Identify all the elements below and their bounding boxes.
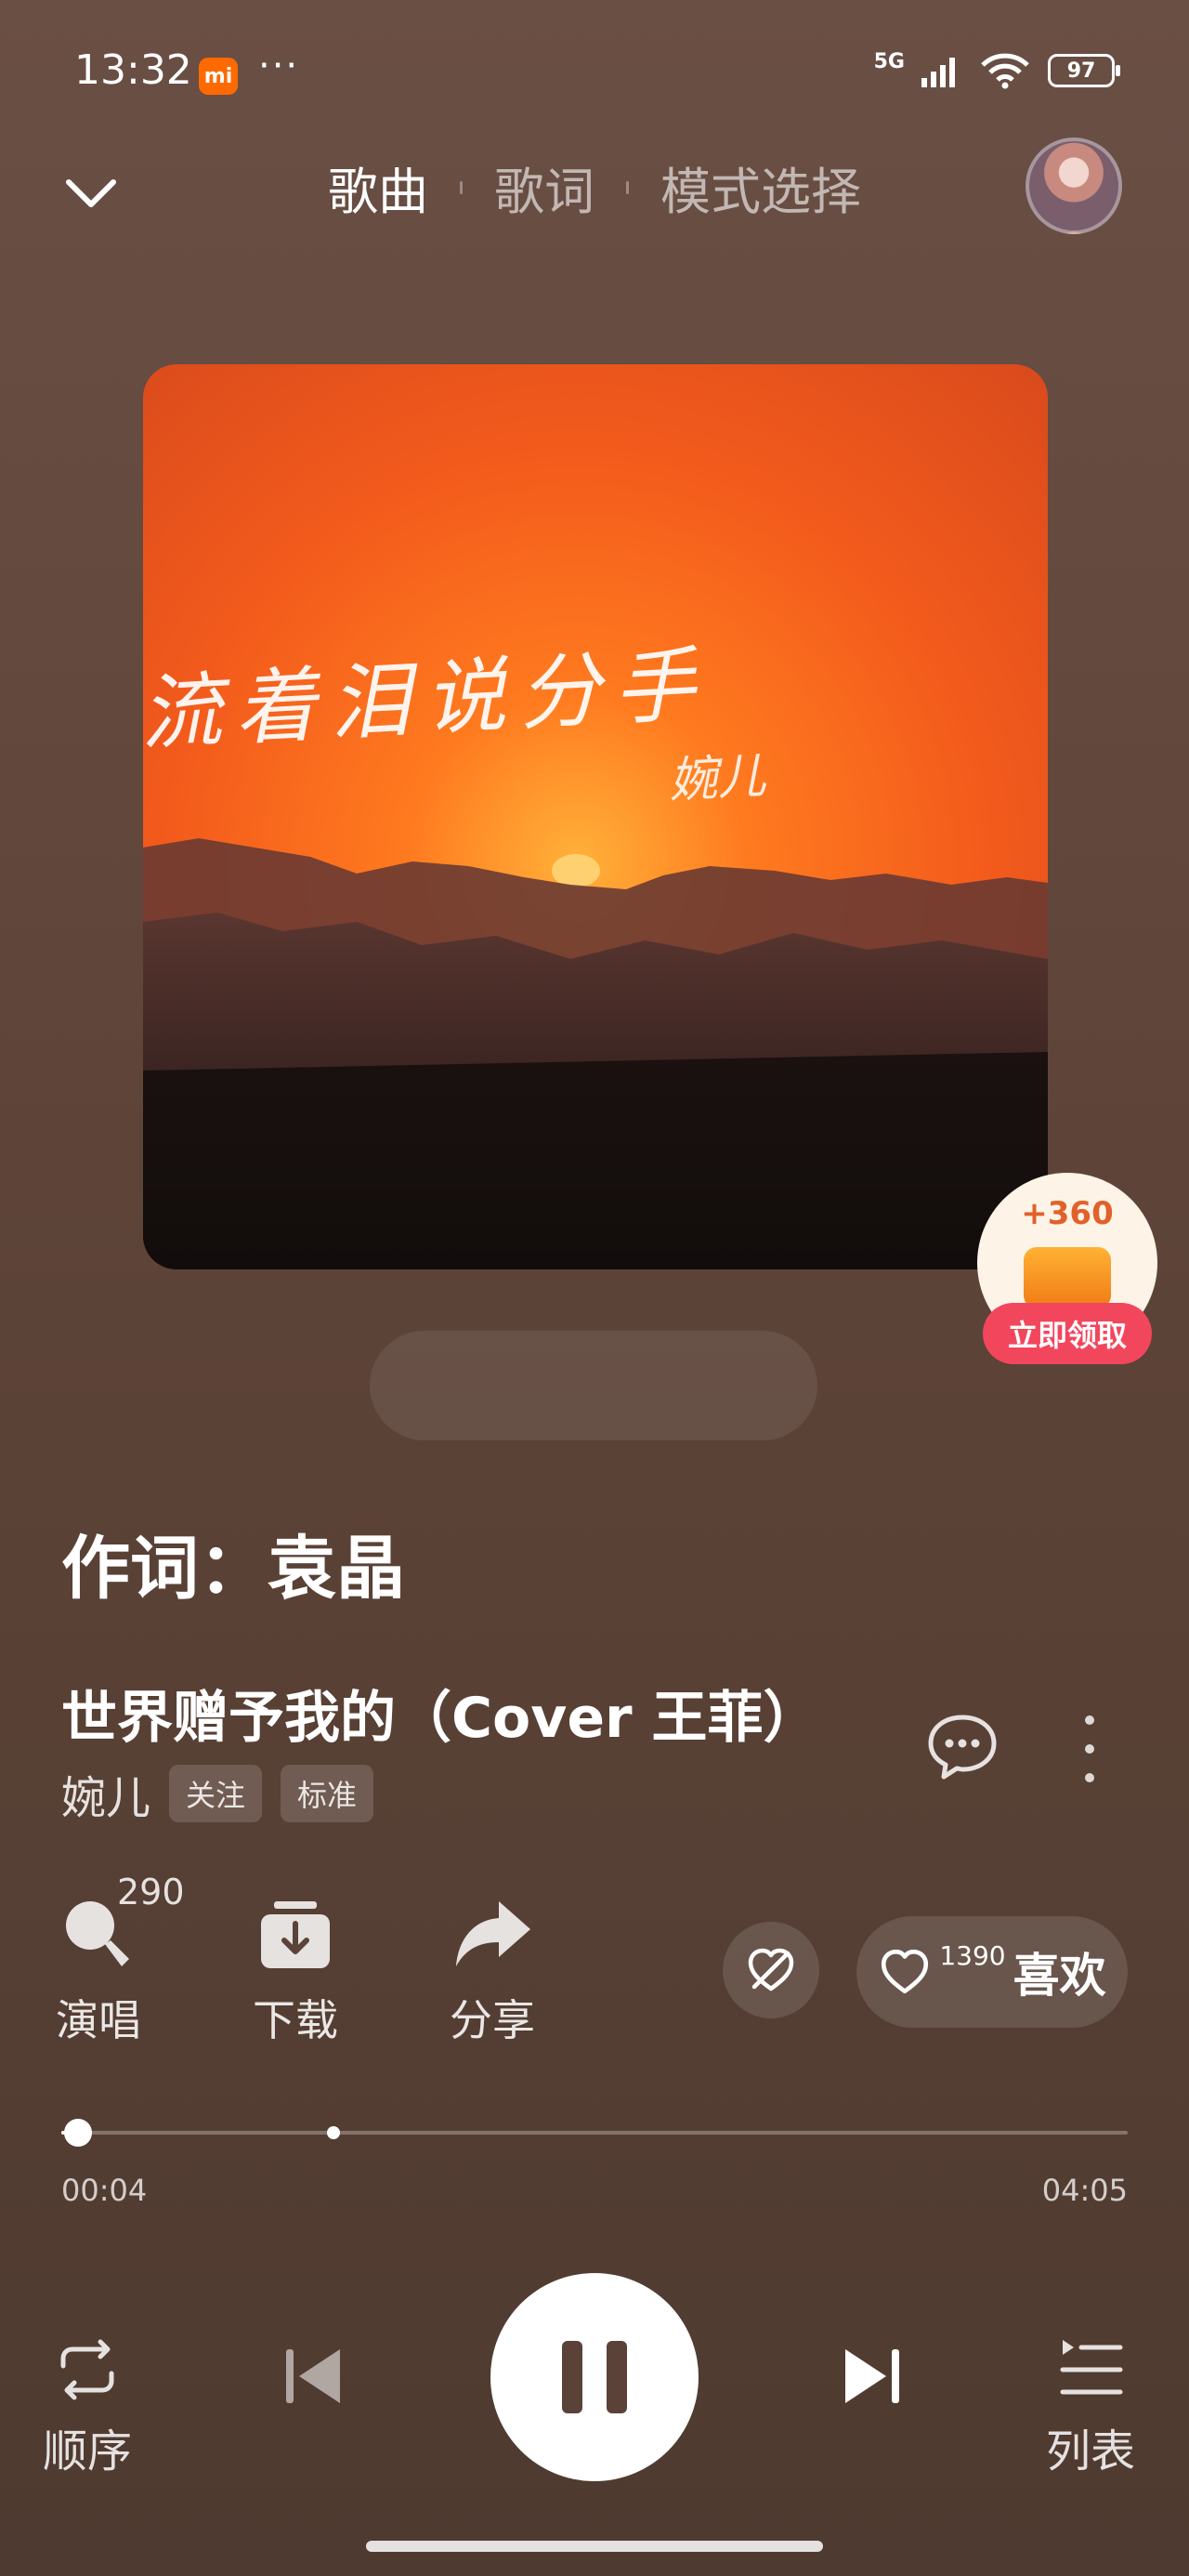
album-cover[interactable] xyxy=(143,364,1048,1269)
song-title: 世界赠予我的（Cover 王菲） xyxy=(61,1686,819,1751)
signal-icon xyxy=(921,58,955,87)
tab-lyrics[interactable]: 歌词 xyxy=(494,151,594,224)
pause-icon-bar xyxy=(607,2341,627,2413)
battery-level: 97 xyxy=(1066,59,1096,83)
sunset-artwork xyxy=(143,364,1048,1269)
like-button[interactable]: 1390 喜欢 xyxy=(856,1916,1128,2028)
wifi-icon xyxy=(981,53,1029,89)
faded-pill-button[interactable] xyxy=(370,1331,817,1440)
comment-icon[interactable] xyxy=(925,1710,1000,1784)
sing-label: 演唱 xyxy=(56,1995,141,2045)
network-type: 5G xyxy=(873,49,905,73)
sing-count: 290 xyxy=(117,1872,185,1912)
follow-tag[interactable]: 关注 xyxy=(169,1765,263,1822)
play-mode-label: 顺序 xyxy=(43,2425,133,2477)
status-more-icon: ··· xyxy=(258,45,300,87)
like-count: 1390 xyxy=(939,1939,1006,1971)
pause-button[interactable] xyxy=(490,2273,699,2481)
dislike-button[interactable] xyxy=(723,1922,819,2018)
promo-claim-button[interactable]: 立即领取 xyxy=(983,1303,1152,1364)
play-mode-button[interactable]: 顺序 xyxy=(43,2333,132,2479)
user-avatar[interactable] xyxy=(1026,138,1122,234)
status-indicators: 5G 97 xyxy=(873,49,1120,89)
artist-row: 婉儿 关注 标准 xyxy=(61,1761,374,1826)
like-label: 喜欢 xyxy=(1013,1949,1106,2003)
cover-artist-text: 婉儿 xyxy=(667,748,767,809)
share-button[interactable]: 分享 xyxy=(427,1892,557,2048)
next-track-icon[interactable] xyxy=(838,2344,907,2409)
previous-track-icon[interactable] xyxy=(279,2344,347,2409)
download-icon xyxy=(261,1901,330,1968)
sing-button[interactable]: 演唱 xyxy=(33,1892,163,2048)
artist-name[interactable]: 婉儿 xyxy=(61,1761,150,1826)
battery-icon: 97 xyxy=(1048,54,1120,87)
download-label: 下载 xyxy=(253,1995,338,2045)
playlist-button[interactable]: 列表 xyxy=(1046,2333,1135,2479)
current-time: 00:04 xyxy=(61,2173,148,2208)
pause-icon xyxy=(562,2341,582,2413)
quality-tag[interactable]: 标准 xyxy=(281,1765,374,1822)
total-time: 04:05 xyxy=(1041,2173,1128,2208)
progress-track[interactable] xyxy=(61,2131,1128,2135)
heart-icon xyxy=(882,1949,929,1994)
promo-points: +360 xyxy=(1021,1195,1114,1232)
repeat-icon xyxy=(60,2339,114,2400)
tab-song[interactable]: 歌曲 xyxy=(328,151,428,224)
heart-slash-icon xyxy=(748,1948,794,1991)
gift-icon xyxy=(1024,1247,1111,1308)
progress-knob[interactable] xyxy=(64,2119,93,2147)
home-indicator[interactable] xyxy=(366,2541,823,2552)
more-options-icon[interactable] xyxy=(1068,1715,1111,1782)
promo-badge[interactable]: +360 立即领取 xyxy=(977,1173,1157,1364)
tab-mode-select[interactable]: 模式选择 xyxy=(660,151,861,224)
playlist-icon xyxy=(1060,2340,1123,2395)
current-lyric-line: 作词：袁晶 xyxy=(61,1529,405,1609)
header-tabs: 歌曲 歌词 模式选择 xyxy=(0,151,1189,224)
tab-divider xyxy=(460,180,463,194)
progress-marker xyxy=(327,2126,340,2139)
share-icon xyxy=(456,1901,530,1966)
share-label: 分享 xyxy=(450,1995,535,2045)
mi-app-icon: mi xyxy=(199,58,238,95)
tab-divider xyxy=(626,180,629,194)
status-time: 13:32 xyxy=(74,46,192,94)
download-button[interactable]: 下载 xyxy=(230,1892,360,2048)
playlist-label: 列表 xyxy=(1046,2425,1136,2477)
